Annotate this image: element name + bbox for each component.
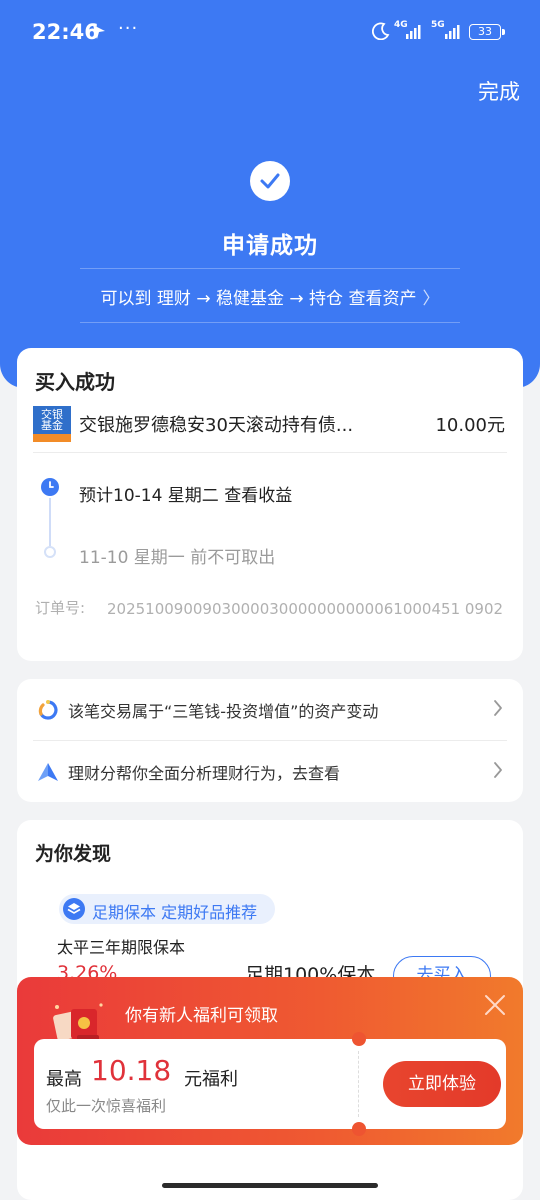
fund-amount: 10.00元 bbox=[435, 415, 505, 436]
recommend-tag[interactable]: 足期保本 定期好品推荐 bbox=[59, 894, 275, 924]
asset-ring-icon bbox=[38, 700, 58, 720]
fund-logo-text: 交银基金 bbox=[41, 408, 63, 432]
fund-logo: 交银基金 bbox=[33, 406, 71, 442]
done-button[interactable]: 完成 bbox=[478, 76, 520, 106]
order-number: 2025100900903000030000000000061000451 09… bbox=[107, 600, 504, 618]
divider bbox=[33, 452, 507, 453]
coupon-notch bbox=[352, 1122, 366, 1136]
finance-analysis-label: 理财分帮你全面分析理财行为，去查看 bbox=[68, 764, 341, 783]
order-label: 订单号: bbox=[35, 599, 86, 617]
asset-change-link[interactable]: 该笔交易属于“三笔钱-投资增值”的资产变动 bbox=[17, 679, 523, 739]
coupon-suffix: 元福利 bbox=[184, 1069, 238, 1090]
triangle-logo-icon bbox=[38, 763, 58, 781]
chevron-right-icon bbox=[494, 762, 502, 778]
signal-bars-icon bbox=[406, 25, 421, 39]
purchase-result-card: 买入成功 交银基金 交银施罗德稳安30天滚动持有债... 10.00元 预计10… bbox=[17, 348, 523, 661]
fund-logo-bar bbox=[33, 434, 71, 442]
timeline-dot bbox=[44, 546, 56, 558]
product-name[interactable]: 太平三年期限保本 bbox=[57, 934, 185, 958]
status-more: ··· bbox=[118, 18, 139, 39]
coupon-subtitle: 仅此一次惊喜福利 bbox=[46, 1097, 167, 1115]
coupon-card: 最高 10.18 元福利 仅此一次惊喜福利 立即体验 bbox=[34, 1032, 506, 1136]
timeline-item-earnings[interactable]: 预计10-14 星期二 查看收益 bbox=[79, 481, 292, 506]
new-user-promo-banner: 你有新人福利可领取 最高 10.18 元福利 仅此一次惊喜福利 立即体验 bbox=[17, 977, 523, 1145]
view-assets-link[interactable]: 可以到 理财 → 稳健基金 → 持仓 查看资产〉 bbox=[0, 284, 540, 309]
discover-title: 为你发现 bbox=[35, 843, 112, 865]
battery-icon: 33 bbox=[469, 24, 505, 40]
asset-change-label: 该笔交易属于“三笔钱-投资增值”的资产变动 bbox=[68, 702, 379, 721]
location-arrow-icon bbox=[93, 25, 105, 39]
recommend-tag-label: 足期保本 定期好品推荐 bbox=[92, 903, 258, 922]
fund-name[interactable]: 交银施罗德稳安30天滚动持有债... bbox=[79, 411, 353, 437]
moon-icon bbox=[372, 22, 390, 40]
layers-icon bbox=[63, 898, 85, 920]
header-banner: 22:46 ··· 4G 5G 33 完成 申请成功 可以到 理财 → 稳健基金… bbox=[0, 0, 540, 388]
coupon-notch bbox=[352, 1032, 366, 1046]
network-5g-label: 5G bbox=[431, 20, 445, 30]
promo-title: 你有新人福利可领取 bbox=[125, 1006, 278, 1026]
home-indicator[interactable] bbox=[162, 1183, 378, 1188]
success-check-icon bbox=[250, 161, 290, 201]
finance-analysis-link[interactable]: 理财分帮你全面分析理财行为，去查看 bbox=[17, 741, 523, 801]
signal-bars-icon bbox=[445, 25, 460, 39]
divider bbox=[80, 322, 460, 323]
timeline-item-lockup: 11-10 星期一 前不可取出 bbox=[79, 548, 276, 568]
try-now-button[interactable]: 立即体验 bbox=[383, 1061, 501, 1107]
chevron-right-icon bbox=[494, 700, 502, 716]
coupon-divider bbox=[358, 1051, 359, 1117]
coupon-prefix: 最高 bbox=[46, 1069, 82, 1090]
view-assets-path-text: 可以到 理财 → 稳健基金 → 持仓 查看资产 bbox=[100, 289, 417, 309]
divider bbox=[80, 268, 460, 269]
close-icon[interactable] bbox=[483, 993, 507, 1017]
timeline-line bbox=[49, 498, 51, 546]
status-time: 22:46 bbox=[32, 20, 99, 44]
info-links-card: 该笔交易属于“三笔钱-投资增值”的资产变动 理财分帮你全面分析理财行为，去查看 bbox=[17, 679, 523, 802]
chevron-right-icon: 〉 bbox=[422, 289, 440, 309]
status-bar: 22:46 ··· 4G 5G 33 bbox=[0, 14, 540, 50]
clock-icon bbox=[41, 478, 59, 496]
red-envelope-gift-icon bbox=[53, 1003, 103, 1041]
coupon-amount: 10.18 bbox=[91, 1054, 172, 1087]
purchase-title: 买入成功 bbox=[35, 370, 115, 394]
success-title: 申请成功 bbox=[222, 233, 318, 259]
